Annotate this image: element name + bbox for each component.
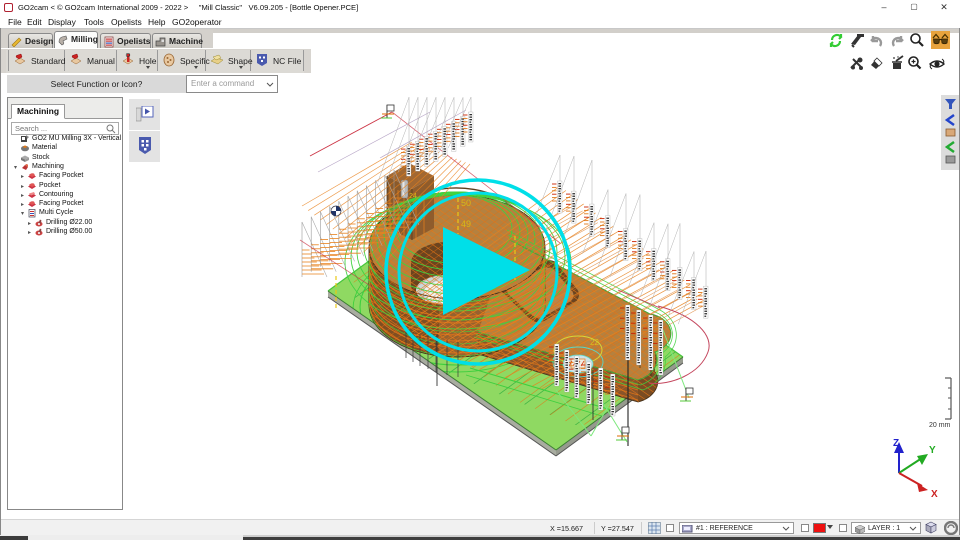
svg-text:50: 50 bbox=[461, 198, 471, 208]
svg-text:Z: Z bbox=[893, 438, 899, 449]
svg-text:24: 24 bbox=[409, 193, 417, 200]
svg-text:Y: Y bbox=[929, 445, 936, 456]
svg-text:49: 49 bbox=[461, 219, 471, 229]
svg-text:20 mm: 20 mm bbox=[929, 422, 951, 429]
svg-text:22: 22 bbox=[590, 338, 599, 347]
svg-text:X: X bbox=[931, 489, 938, 500]
